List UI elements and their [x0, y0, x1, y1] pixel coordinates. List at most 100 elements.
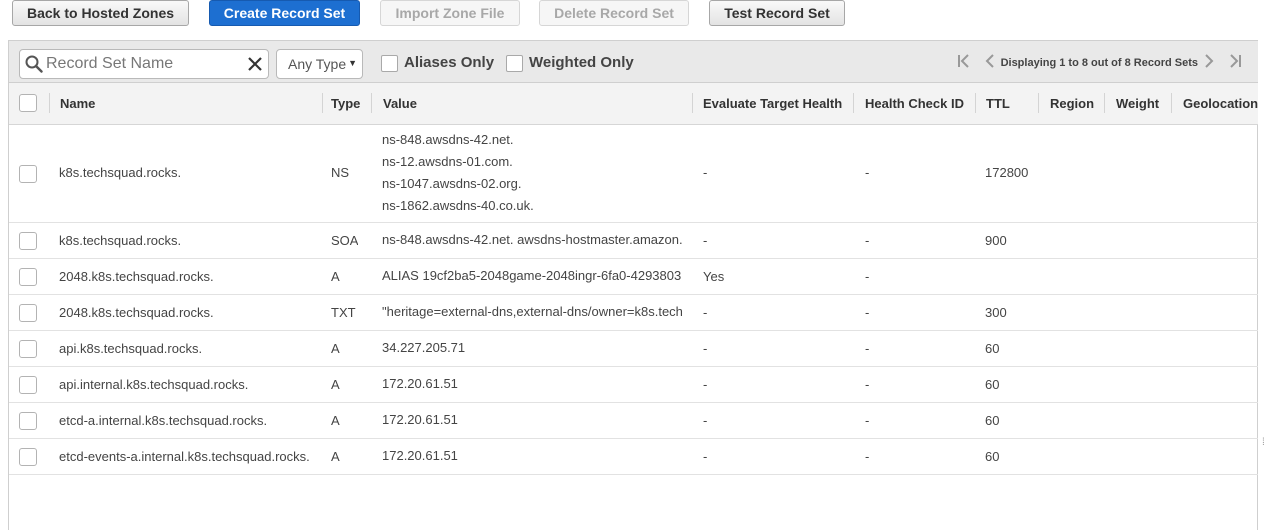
row-checkbox[interactable] — [19, 412, 37, 430]
record-type: TXT — [331, 305, 356, 320]
record-type: NS — [331, 165, 350, 180]
record-evaluate-target-health: - — [703, 377, 708, 392]
table-row[interactable]: api.internal.k8s.techsquad.rocks. A 172.… — [9, 367, 1258, 403]
next-page-icon[interactable] — [1204, 53, 1214, 73]
record-set-name-search-input[interactable] — [46, 53, 236, 75]
record-type: A — [331, 341, 340, 356]
record-type: A — [331, 377, 340, 392]
table-row[interactable]: 2048.k8s.techsquad.rocks. TXT "heritage=… — [9, 295, 1258, 331]
record-value: ns-848.awsdns-42.net. awsdns-hostmaster.… — [382, 232, 683, 247]
pagination-status: Displaying 1 to 8 out of 8 Record Sets — [1000, 57, 1198, 69]
record-value: 172.20.61.51 — [382, 376, 458, 391]
delete-record-set-button[interactable]: Delete Record Set — [539, 0, 689, 26]
record-type: SOA — [331, 233, 359, 248]
column-header-value[interactable]: Value — [383, 83, 417, 124]
column-divider — [49, 93, 50, 113]
toolbar: Back to Hosted Zones Create Record Set I… — [0, 0, 1266, 30]
row-checkbox[interactable] — [19, 304, 37, 322]
column-divider — [853, 93, 854, 113]
column-divider — [975, 93, 976, 113]
search-icon — [25, 55, 43, 78]
record-name: api.k8s.techsquad.rocks. — [59, 341, 203, 356]
record-value-line: ns-12.awsdns-01.com. — [382, 154, 513, 169]
weighted-only-label: Weighted Only — [529, 54, 634, 71]
record-ttl: 60 — [985, 413, 1000, 428]
record-type-value: Any Type — [288, 56, 347, 72]
record-evaluate-target-health: - — [703, 413, 708, 428]
record-ttl: 60 — [985, 341, 1000, 356]
column-header-health-check-id[interactable]: Health Check ID — [865, 83, 964, 124]
aliases-only-checkbox[interactable] — [381, 55, 398, 72]
test-record-set-button[interactable]: Test Record Set — [709, 0, 845, 26]
record-evaluate-target-health: - — [703, 233, 708, 248]
record-health-check-id: - — [865, 165, 870, 180]
column-divider — [1038, 93, 1039, 113]
import-zone-file-button[interactable]: Import Zone File — [380, 0, 520, 26]
table-row[interactable]: k8s.techsquad.rocks. NS ns-848.awsdns-42… — [9, 125, 1258, 223]
record-ttl: 60 — [985, 377, 1000, 392]
record-value-line: ns-1047.awsdns-02.org. — [382, 176, 522, 191]
record-ttl: 900 — [985, 233, 1007, 248]
record-name: k8s.techsquad.rocks. — [59, 165, 182, 180]
column-header-type[interactable]: Type — [331, 83, 360, 124]
previous-page-icon[interactable] — [985, 53, 995, 73]
record-type: A — [331, 413, 340, 428]
table-row[interactable]: k8s.techsquad.rocks. SOA ns-848.awsdns-4… — [9, 223, 1258, 259]
aliases-only-label: Aliases Only — [404, 54, 495, 71]
record-name: etcd-a.internal.k8s.techsquad.rocks. — [59, 413, 268, 428]
record-value: ALIAS 19cf2ba5-2048game-2048ingr-6fa0-42… — [382, 268, 682, 283]
record-value-line: ns-1862.awsdns-40.co.uk. — [382, 198, 534, 213]
weighted-only-checkbox[interactable] — [506, 55, 523, 72]
record-value: "heritage=external-dns,external-dns/owne… — [382, 304, 683, 319]
column-divider — [322, 93, 323, 113]
row-checkbox[interactable] — [19, 340, 37, 358]
record-name: etcd-events-a.internal.k8s.techsquad.roc… — [59, 449, 310, 464]
record-ttl: 300 — [985, 305, 1007, 320]
pagination: Displaying 1 to 8 out of 8 Record Sets — [957, 53, 1242, 73]
record-type: A — [331, 269, 340, 284]
column-header-region[interactable]: Region — [1050, 83, 1094, 124]
record-type: A — [331, 449, 340, 464]
record-evaluate-target-health: Yes — [703, 269, 725, 284]
create-record-set-button[interactable]: Create Record Set — [209, 0, 360, 26]
back-to-hosted-zones-button[interactable]: Back to Hosted Zones — [12, 0, 189, 26]
row-checkbox[interactable] — [19, 232, 37, 250]
record-value: ns-848.awsdns-42.net. ns-12.awsdns-01.co… — [382, 129, 687, 217]
table-row[interactable]: api.k8s.techsquad.rocks. A 34.227.205.71… — [9, 331, 1258, 367]
table-row[interactable]: etcd-events-a.internal.k8s.techsquad.roc… — [9, 439, 1258, 475]
record-health-check-id: - — [865, 449, 870, 464]
column-header-geolocation[interactable]: Geolocation — [1183, 83, 1258, 124]
record-health-check-id: - — [865, 377, 870, 392]
column-divider — [692, 93, 693, 113]
clear-search-icon[interactable] — [247, 56, 263, 77]
table-header: Name Type Value Evaluate Target Health H… — [9, 83, 1258, 125]
record-ttl: 60 — [985, 449, 1000, 464]
table-row[interactable]: etcd-a.internal.k8s.techsquad.rocks. A 1… — [9, 403, 1258, 439]
column-header-name[interactable]: Name — [60, 83, 95, 124]
filter-bar: Any Type ▼ Aliases Only Weighted Only Di… — [9, 41, 1258, 83]
record-type-select[interactable]: Any Type ▼ — [276, 49, 363, 79]
column-header-evaluate-target-health[interactable]: Evaluate Target Health — [703, 83, 842, 124]
record-health-check-id: - — [865, 233, 870, 248]
column-divider — [1104, 93, 1105, 113]
search-box — [19, 49, 269, 79]
record-health-check-id: - — [865, 341, 870, 356]
select-all-checkbox[interactable] — [19, 94, 37, 112]
first-page-icon[interactable] — [957, 53, 973, 73]
row-checkbox[interactable] — [19, 448, 37, 466]
table-row[interactable]: 2048.k8s.techsquad.rocks. A ALIAS 19cf2b… — [9, 259, 1258, 295]
row-checkbox[interactable] — [19, 165, 37, 183]
record-value-line: ns-848.awsdns-42.net. — [382, 132, 514, 147]
column-header-weight[interactable]: Weight — [1116, 83, 1159, 124]
panel-resize-handle[interactable]: ⁞ — [1262, 437, 1265, 448]
last-page-icon[interactable] — [1226, 53, 1242, 73]
column-header-ttl[interactable]: TTL — [986, 83, 1010, 124]
record-name: api.internal.k8s.techsquad.rocks. — [59, 377, 249, 392]
caret-down-icon: ▼ — [348, 58, 357, 68]
record-name: 2048.k8s.techsquad.rocks. — [59, 305, 214, 320]
record-health-check-id: - — [865, 305, 870, 320]
row-checkbox[interactable] — [19, 376, 37, 394]
record-evaluate-target-health: - — [703, 305, 708, 320]
record-value: 34.227.205.71 — [382, 340, 466, 355]
row-checkbox[interactable] — [19, 268, 37, 286]
